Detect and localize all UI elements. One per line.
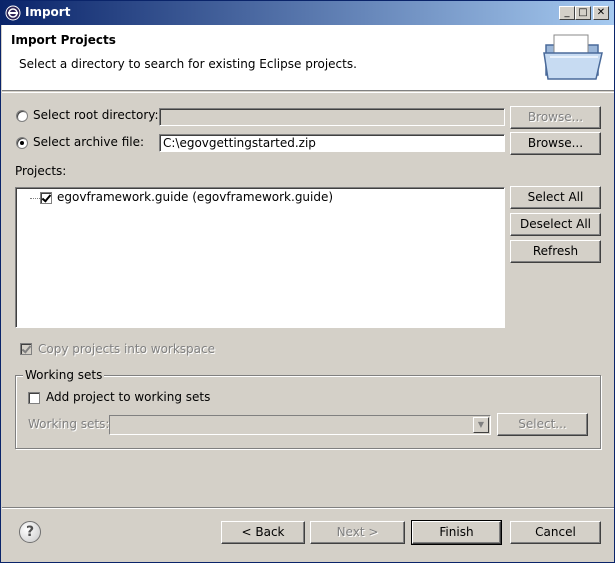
help-icon[interactable]: ? bbox=[19, 521, 41, 543]
eclipse-icon bbox=[5, 5, 21, 21]
archive-file-label: Select archive file: bbox=[33, 135, 145, 149]
archive-file-radio[interactable] bbox=[16, 137, 28, 149]
project-checkbox[interactable] bbox=[40, 192, 52, 204]
close-button[interactable]: ✕ bbox=[593, 6, 609, 20]
working-sets-select-button[interactable]: Select... bbox=[497, 413, 588, 436]
wizard-banner: Import Projects Select a directory to se… bbox=[2, 25, 614, 91]
deselect-all-button[interactable]: Deselect All bbox=[510, 213, 601, 236]
add-to-working-sets-label: Add project to working sets bbox=[46, 390, 211, 404]
archive-browse-button[interactable]: Browse... bbox=[510, 132, 601, 155]
window-title: Import bbox=[25, 5, 71, 19]
projects-label: Projects: bbox=[15, 164, 67, 178]
working-sets-label: Working sets: bbox=[28, 417, 110, 431]
minimize-button[interactable]: _ bbox=[559, 6, 575, 20]
folder-import-icon bbox=[543, 34, 603, 80]
archive-file-input[interactable]: C:\egovgettingstarted.zip bbox=[159, 134, 505, 152]
working-sets-group-label: Working sets bbox=[23, 368, 105, 382]
page-title: Import Projects bbox=[11, 33, 116, 47]
working-sets-combo[interactable]: ▼ bbox=[109, 415, 491, 435]
back-button[interactable]: < Back bbox=[221, 521, 305, 544]
banner-separator bbox=[2, 92, 614, 93]
select-all-button[interactable]: Select All bbox=[510, 186, 601, 209]
copy-projects-label: Copy projects into workspace bbox=[38, 342, 216, 356]
maximize-button[interactable]: □ bbox=[575, 6, 591, 20]
finish-button[interactable]: Finish bbox=[411, 520, 502, 545]
title-bar[interactable]: Import _ □ ✕ bbox=[1, 1, 614, 25]
root-browse-button[interactable]: Browse... bbox=[510, 106, 601, 129]
add-to-working-sets-checkbox[interactable] bbox=[28, 392, 40, 404]
chevron-down-icon[interactable]: ▼ bbox=[473, 417, 489, 433]
cancel-button[interactable]: Cancel bbox=[510, 521, 601, 544]
copy-projects-checkbox[interactable] bbox=[20, 343, 32, 355]
working-sets-group bbox=[15, 375, 601, 449]
root-directory-radio[interactable] bbox=[16, 110, 28, 122]
next-button[interactable]: Next > bbox=[310, 521, 405, 544]
import-dialog: Import _ □ ✕ Import Projects Select a di… bbox=[0, 0, 615, 563]
page-description: Select a directory to search for existin… bbox=[19, 57, 357, 71]
footer-separator bbox=[2, 507, 614, 509]
root-directory-input[interactable] bbox=[159, 108, 505, 126]
project-name: egovframework.guide (egovframework.guide… bbox=[57, 190, 334, 204]
refresh-button[interactable]: Refresh bbox=[510, 240, 601, 263]
projects-list[interactable]: egovframework.guide (egovframework.guide… bbox=[15, 187, 505, 328]
root-directory-label: Select root directory: bbox=[33, 108, 159, 122]
